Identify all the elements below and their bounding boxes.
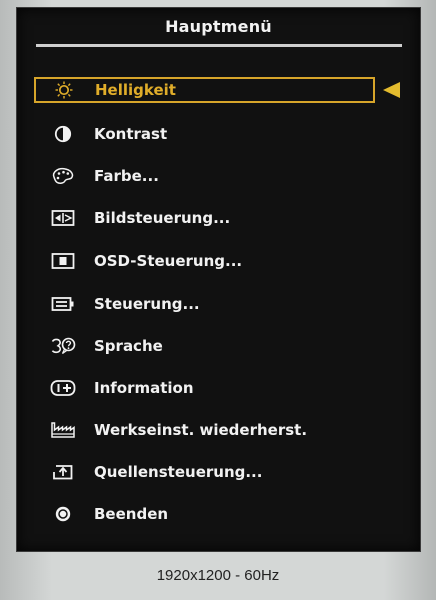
palette-icon bbox=[49, 167, 77, 185]
menu-item-kontrast[interactable]: Kontrast bbox=[35, 121, 375, 147]
menu-item-label: Information bbox=[94, 379, 194, 397]
menu-item-beenden[interactable]: Beenden bbox=[35, 501, 375, 527]
menu-item-label: Kontrast bbox=[94, 125, 168, 143]
selection-pointer-icon bbox=[383, 82, 400, 98]
menu-item-steuerung[interactable]: Steuerung... bbox=[35, 291, 375, 317]
menu-item-label: Quellensteuerung... bbox=[94, 463, 263, 481]
osd-menu-panel: Hauptmenü Helligkeit Kontrast Farbe... B… bbox=[16, 7, 421, 552]
menu-item-bildsteuerung[interactable]: Bildsteuerung... bbox=[35, 205, 375, 231]
information-icon bbox=[49, 379, 77, 397]
exit-icon bbox=[49, 505, 77, 523]
menu-item-helligkeit[interactable]: Helligkeit bbox=[34, 77, 375, 103]
menu-item-label: Werkseinst. wiederherst. bbox=[94, 421, 308, 439]
language-icon bbox=[49, 337, 77, 355]
menu-item-label: Sprache bbox=[94, 337, 163, 355]
menu-item-farbe[interactable]: Farbe... bbox=[35, 163, 375, 189]
menu-item-label: Steuerung... bbox=[94, 295, 200, 313]
control-icon bbox=[49, 295, 77, 313]
menu-item-sprache[interactable]: Sprache bbox=[35, 333, 375, 359]
menu-item-label: Beenden bbox=[94, 505, 169, 523]
factory-reset-icon bbox=[49, 421, 77, 439]
brightness-sun-icon bbox=[50, 81, 78, 99]
osd-control-icon bbox=[49, 252, 77, 270]
menu-item-label: Bildsteuerung... bbox=[94, 209, 231, 227]
menu-list: Helligkeit Kontrast Farbe... Bildsteueru… bbox=[17, 8, 420, 551]
menu-item-information[interactable]: Information bbox=[35, 375, 375, 401]
contrast-icon bbox=[49, 125, 77, 143]
menu-item-label: OSD-Steuerung... bbox=[94, 252, 243, 270]
monitor-bezel: Hauptmenü Helligkeit Kontrast Farbe... B… bbox=[0, 0, 436, 600]
resolution-status-text: 1920x1200 - 60Hz bbox=[156, 567, 280, 584]
image-control-icon bbox=[49, 209, 77, 227]
source-control-icon bbox=[49, 463, 77, 481]
menu-item-werkseinst[interactable]: Werkseinst. wiederherst. bbox=[35, 417, 375, 443]
menu-item-osd-steuerung[interactable]: OSD-Steuerung... bbox=[35, 248, 375, 274]
menu-item-label: Helligkeit bbox=[95, 81, 176, 99]
menu-item-quellensteuerung[interactable]: Quellensteuerung... bbox=[35, 459, 375, 485]
menu-item-label: Farbe... bbox=[94, 167, 159, 185]
